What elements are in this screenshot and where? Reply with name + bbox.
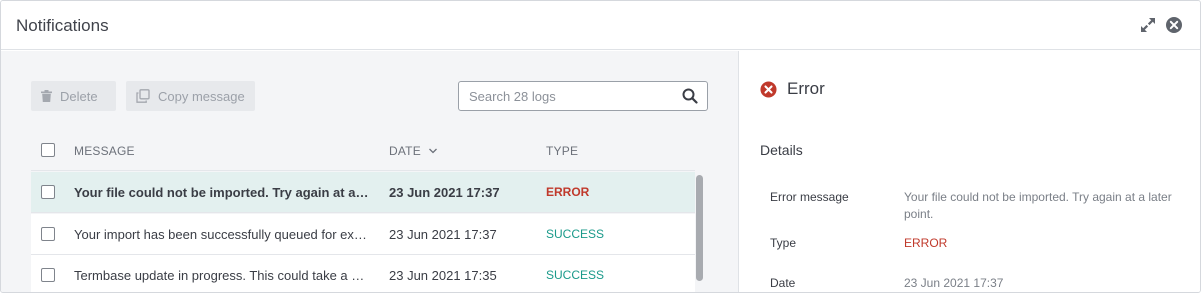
row-checkbox[interactable] <box>41 185 55 199</box>
expand-button[interactable] <box>1138 15 1158 35</box>
row-type: SUCCESS <box>546 268 605 282</box>
trash-icon <box>41 90 52 102</box>
row-checkbox[interactable] <box>41 227 55 241</box>
row-message: Termbase update in progress. This could … <box>74 268 370 283</box>
table-row[interactable]: Termbase update in progress. This could … <box>31 255 695 292</box>
notifications-window: Notifications Delete Copy message Search… <box>0 0 1201 293</box>
chevron-down-icon <box>428 148 437 154</box>
type-label: Type <box>770 236 797 250</box>
copy-message-button[interactable]: Copy message <box>126 81 255 111</box>
search-icon[interactable] <box>682 88 698 104</box>
column-header-type[interactable]: TYPE <box>546 144 578 158</box>
select-all-checkbox[interactable] <box>41 143 55 157</box>
detail-header: Error <box>760 79 825 99</box>
copy-icon <box>136 89 150 103</box>
row-date: 23 Jun 2021 17:35 <box>389 268 497 283</box>
row-checkbox[interactable] <box>41 268 55 282</box>
close-circle-icon <box>1166 17 1182 33</box>
table-row[interactable]: Your file could not be imported. Try aga… <box>31 172 695 213</box>
row-date: 23 Jun 2021 17:37 <box>389 185 500 200</box>
table-row[interactable]: Your import has been successfully queued… <box>31 214 695 255</box>
table-header: MESSAGE DATE TYPE <box>31 131 695 171</box>
row-type: ERROR <box>546 185 590 199</box>
row-type: SUCCESS <box>546 227 605 241</box>
type-value: ERROR <box>904 236 948 250</box>
title-bar: Notifications <box>1 1 1200 50</box>
row-message: Your file could not be imported. Try aga… <box>74 185 370 200</box>
search-input[interactable] <box>459 82 674 110</box>
error-message-label: Error message <box>770 190 849 204</box>
expand-icon <box>1141 18 1155 32</box>
window-title: Notifications <box>16 16 109 35</box>
delete-label: Delete <box>60 88 98 104</box>
column-header-date-label: DATE <box>389 144 421 158</box>
log-table: MESSAGE DATE TYPE Your file could not be… <box>31 131 707 292</box>
error-circle-icon <box>760 80 777 98</box>
close-button[interactable] <box>1164 15 1184 35</box>
copy-message-label: Copy message <box>158 88 245 104</box>
column-header-message[interactable]: MESSAGE <box>74 144 135 158</box>
detail-title: Error <box>787 79 825 98</box>
detail-pane: Error Details Error message Your file co… <box>740 51 1200 292</box>
search-box <box>458 81 708 111</box>
log-list-pane: Delete Copy message MESSAGE DATE <box>1 51 739 292</box>
row-date: 23 Jun 2021 17:37 <box>389 227 497 242</box>
date-label: Date <box>770 276 796 290</box>
date-value: 23 Jun 2021 17:37 <box>904 276 1004 290</box>
details-heading: Details <box>760 142 803 158</box>
column-header-date[interactable]: DATE <box>389 144 438 158</box>
delete-button[interactable]: Delete <box>31 81 116 111</box>
list-scrollbar[interactable] <box>696 175 703 281</box>
error-message-value: Your file could not be imported. Try aga… <box>904 190 1172 221</box>
row-message: Your import has been successfully queued… <box>74 227 370 242</box>
